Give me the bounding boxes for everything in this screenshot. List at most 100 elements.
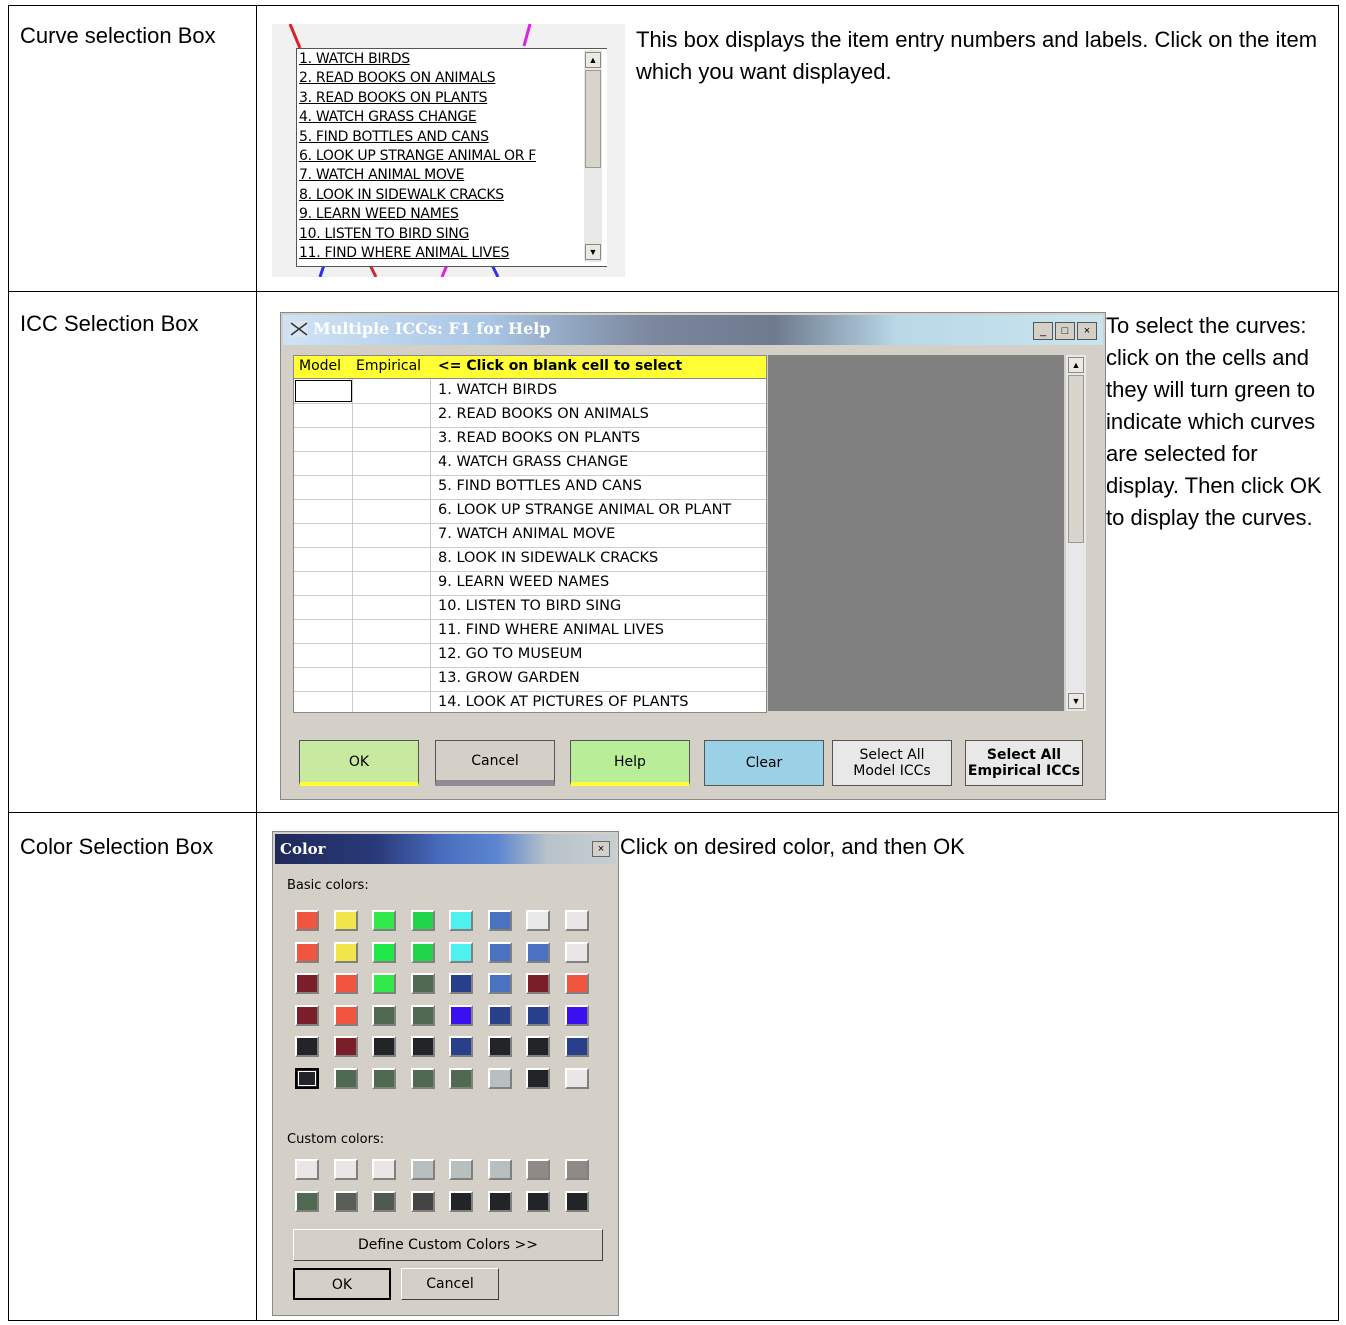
custom-color-swatch[interactable] bbox=[295, 1159, 319, 1180]
basic-color-swatch[interactable] bbox=[295, 1036, 319, 1057]
model-cell[interactable] bbox=[294, 379, 353, 403]
color-cancel-button[interactable]: Cancel bbox=[401, 1268, 499, 1300]
custom-color-swatch[interactable] bbox=[410, 1159, 435, 1180]
custom-color-swatch[interactable] bbox=[526, 1190, 550, 1212]
basic-color-swatch[interactable] bbox=[333, 910, 358, 931]
curve-list-item[interactable]: 10. LISTEN TO BIRD SING bbox=[299, 225, 584, 244]
basic-color-swatch[interactable] bbox=[564, 1004, 589, 1026]
basic-color-swatch[interactable] bbox=[410, 1004, 435, 1026]
curve-list-item[interactable]: 1. WATCH BIRDS bbox=[299, 50, 584, 69]
model-cell[interactable] bbox=[294, 427, 353, 451]
model-cell[interactable] bbox=[294, 547, 353, 571]
scroll-down-button[interactable]: ▼ bbox=[585, 244, 601, 260]
basic-color-swatch[interactable] bbox=[295, 941, 319, 963]
model-cell[interactable] bbox=[294, 691, 353, 712]
basic-color-swatch[interactable] bbox=[526, 1067, 550, 1089]
model-cell[interactable] bbox=[294, 403, 353, 427]
empirical-cell[interactable] bbox=[352, 427, 431, 451]
select-all-empirical-button[interactable]: Select All Empirical ICCs bbox=[965, 740, 1083, 786]
icc-scroll-up-button[interactable]: ▲ bbox=[1068, 357, 1084, 373]
basic-color-swatch[interactable] bbox=[487, 973, 512, 994]
model-cell[interactable] bbox=[294, 451, 353, 475]
curve-list-item[interactable]: 9. LEARN WEED NAMES bbox=[299, 205, 584, 224]
basic-color-swatch[interactable] bbox=[372, 910, 396, 931]
basic-color-swatch[interactable] bbox=[449, 1036, 473, 1057]
basic-color-swatch[interactable] bbox=[333, 1036, 358, 1057]
basic-color-swatch[interactable] bbox=[410, 910, 435, 931]
model-cell[interactable] bbox=[294, 571, 353, 595]
basic-color-swatch[interactable] bbox=[333, 973, 358, 994]
basic-color-swatch[interactable] bbox=[449, 910, 473, 931]
maximize-button[interactable]: □ bbox=[1055, 322, 1075, 340]
basic-color-swatch[interactable] bbox=[487, 1004, 512, 1026]
basic-color-swatch[interactable] bbox=[333, 941, 358, 963]
empirical-cell[interactable] bbox=[352, 547, 431, 571]
empirical-cell[interactable] bbox=[352, 403, 431, 427]
icc-scroll-down-button[interactable]: ▼ bbox=[1068, 693, 1084, 709]
basic-color-swatch[interactable] bbox=[564, 1036, 589, 1057]
basic-color-swatch[interactable] bbox=[449, 941, 473, 963]
custom-color-swatch[interactable] bbox=[564, 1190, 589, 1212]
custom-color-swatch[interactable] bbox=[333, 1159, 358, 1180]
clear-button[interactable]: Clear bbox=[704, 740, 824, 786]
basic-color-swatch[interactable] bbox=[487, 1036, 512, 1057]
empirical-cell[interactable] bbox=[352, 691, 431, 712]
basic-color-swatch[interactable] bbox=[564, 941, 589, 963]
curve-list-item[interactable]: 4. WATCH GRASS CHANGE bbox=[299, 108, 584, 127]
empirical-cell[interactable] bbox=[352, 475, 431, 499]
custom-color-swatch[interactable] bbox=[372, 1190, 396, 1212]
curve-list[interactable]: 1. WATCH BIRDS 2. READ BOOKS ON ANIMALS 3.… bbox=[296, 48, 607, 267]
custom-color-swatch[interactable] bbox=[487, 1190, 512, 1212]
basic-color-swatch[interactable] bbox=[526, 973, 550, 994]
basic-color-swatch[interactable] bbox=[410, 973, 435, 994]
basic-color-swatch[interactable] bbox=[410, 1036, 435, 1057]
basic-color-swatch[interactable] bbox=[295, 1067, 319, 1089]
basic-color-swatch[interactable] bbox=[564, 1067, 589, 1089]
basic-color-swatch[interactable] bbox=[410, 941, 435, 963]
color-ok-button[interactable]: OK bbox=[293, 1268, 391, 1300]
cancel-button[interactable]: Cancel bbox=[435, 740, 555, 786]
curve-list-item[interactable]: 6. LOOK UP STRANGE ANIMAL OR F bbox=[299, 147, 584, 166]
basic-color-swatch[interactable] bbox=[295, 973, 319, 994]
empirical-cell[interactable] bbox=[352, 667, 431, 691]
color-close-button[interactable]: × bbox=[592, 841, 610, 857]
basic-color-swatch[interactable] bbox=[372, 1036, 396, 1057]
model-cell[interactable] bbox=[294, 475, 353, 499]
basic-color-swatch[interactable] bbox=[526, 1036, 550, 1057]
curve-list-item[interactable]: 11. FIND WHERE ANIMAL LIVES bbox=[299, 244, 584, 263]
ok-button[interactable]: OK bbox=[299, 740, 419, 786]
define-custom-colors-button[interactable]: Define Custom Colors >> bbox=[293, 1229, 603, 1261]
basic-color-swatch[interactable] bbox=[487, 941, 512, 963]
custom-color-swatch[interactable] bbox=[410, 1190, 435, 1212]
basic-color-swatch[interactable] bbox=[372, 941, 396, 963]
model-cell[interactable] bbox=[294, 667, 353, 691]
curve-list-item[interactable]: 5. FIND BOTTLES AND CANS bbox=[299, 128, 584, 147]
custom-color-swatch[interactable] bbox=[449, 1159, 473, 1180]
model-cell[interactable] bbox=[294, 643, 353, 667]
custom-color-swatch[interactable] bbox=[449, 1190, 473, 1212]
basic-color-swatch[interactable] bbox=[372, 1004, 396, 1026]
basic-color-swatch[interactable] bbox=[564, 973, 589, 994]
select-all-model-button[interactable]: Select All Model ICCs bbox=[832, 740, 952, 786]
custom-color-swatch[interactable] bbox=[487, 1159, 512, 1180]
model-cell[interactable] bbox=[294, 499, 353, 523]
curve-list-scrollbar[interactable]: ▲ ▼ bbox=[584, 50, 602, 262]
custom-color-swatch[interactable] bbox=[372, 1159, 396, 1180]
basic-color-swatch[interactable] bbox=[487, 910, 512, 931]
empirical-cell[interactable] bbox=[352, 571, 431, 595]
scroll-thumb[interactable] bbox=[585, 70, 601, 168]
empirical-cell[interactable] bbox=[352, 595, 431, 619]
basic-color-swatch[interactable] bbox=[526, 941, 550, 963]
basic-color-swatch[interactable] bbox=[333, 1004, 358, 1026]
curve-list-item[interactable]: 7. WATCH ANIMAL MOVE bbox=[299, 166, 584, 185]
minimize-button[interactable]: _ bbox=[1033, 322, 1053, 340]
curve-list-item[interactable]: 2. READ BOOKS ON ANIMALS bbox=[299, 69, 584, 88]
basic-color-swatch[interactable] bbox=[333, 1067, 358, 1089]
basic-color-swatch[interactable] bbox=[449, 973, 473, 994]
empirical-cell[interactable] bbox=[352, 619, 431, 643]
scroll-up-button[interactable]: ▲ bbox=[585, 52, 601, 68]
basic-color-swatch[interactable] bbox=[410, 1067, 435, 1089]
model-cell[interactable] bbox=[294, 619, 353, 643]
basic-color-swatch[interactable] bbox=[449, 1067, 473, 1089]
empirical-cell[interactable] bbox=[352, 499, 431, 523]
